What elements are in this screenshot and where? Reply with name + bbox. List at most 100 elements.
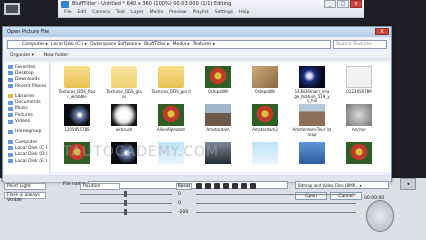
x-slider-handle[interactable] (124, 191, 127, 197)
maximize-button[interactable]: □ (337, 0, 349, 8)
side-panel-button[interactable]: ◂ (400, 178, 416, 190)
position-select[interactable]: Position (80, 183, 120, 190)
menu-help[interactable]: Help (239, 10, 249, 15)
star-icon (8, 65, 13, 70)
rewind-icon[interactable] (214, 183, 220, 189)
dialog-toolbar: Organize ▾ New folder (4, 52, 390, 61)
file-tile[interactable]: 0steps8W (245, 66, 285, 106)
file-tile[interactable]: Textures_DDS_gla ss (104, 66, 144, 106)
address-bar[interactable]: Computer ▸ Local Disk (C:) ▸ Outerspace So… (7, 40, 331, 49)
recent-icon (8, 84, 13, 89)
organize-button[interactable]: Organize ▾ (10, 53, 34, 60)
menu-text[interactable]: Text (116, 10, 125, 15)
next-key-icon[interactable] (241, 183, 247, 189)
breadcrumb-item[interactable]: Media ▸ (173, 42, 190, 47)
file-tile[interactable]: Amsterdam-Tour ist map (292, 104, 332, 144)
file-name: AlienAlphabet (157, 127, 185, 132)
file-tile[interactable]: 143836main_ima ge_feature_519_y s_full (292, 66, 332, 106)
nav-item-label: Desktop (15, 70, 34, 76)
dialog-close-button[interactable]: X (375, 28, 389, 35)
image-thumbnail (252, 104, 278, 126)
menu-media[interactable]: Media (150, 10, 164, 15)
first-frame-icon[interactable] (196, 183, 202, 189)
file-tile[interactable]: airbrush (104, 104, 144, 144)
file-name: Textures_DDS_floo r_wmbble (58, 89, 96, 99)
image-thumbnail (205, 104, 231, 126)
open-picture-dialog: Open Picture File X Computer ▸ Local Disk… (2, 26, 392, 200)
new-folder-button[interactable]: New folder (44, 53, 68, 60)
file-tile[interactable]: Anchor (339, 104, 379, 144)
play-icon[interactable] (223, 183, 229, 189)
file-tile[interactable]: Textures_DDS_gol d (151, 66, 191, 106)
prev-key-icon[interactable] (205, 183, 211, 189)
image-thumbnail (299, 142, 325, 164)
image-thumbnail (346, 104, 372, 126)
reset-button[interactable]: Reset (176, 183, 192, 190)
file-tile[interactable]: Amsterdam2 (245, 104, 285, 144)
y-value: 0 (178, 201, 181, 206)
nav-item-label: Local Disk (C:) (15, 145, 48, 151)
breadcrumb-item[interactable]: Outerspace Software ▸ (90, 42, 141, 47)
menu-playlist[interactable]: Playlist (193, 10, 209, 15)
visibility-select[interactable]: Flare is always Visible (4, 192, 46, 203)
search-input[interactable]: Search Textures (333, 40, 387, 49)
image-thumbnail (299, 104, 325, 126)
image-thumbnail (205, 66, 231, 88)
file-name: Textures_DDS_gla ss (106, 89, 142, 99)
file-name: Amsterdam (206, 127, 230, 132)
menu-settings[interactable]: Settings (215, 10, 233, 15)
file-name: 0steps8W (255, 89, 275, 94)
library-icon (8, 94, 13, 99)
minimize-button[interactable]: _ (324, 0, 336, 8)
z-slider-handle[interactable] (124, 209, 127, 215)
file-tile[interactable]: 0123456789 (339, 66, 379, 106)
watermark: TAUTOCADEMY.COM (63, 144, 219, 160)
desktop-icon (8, 71, 13, 76)
transport-controls (196, 183, 256, 189)
image-thumbnail (158, 104, 184, 126)
file-name: Amsterdam2 (252, 127, 278, 132)
image-thumbnail (252, 66, 278, 88)
y-slider-handle[interactable] (124, 200, 127, 206)
image-thumbnail (64, 104, 90, 126)
app-icon (61, 1, 69, 8)
breadcrumb-item[interactable]: Computer ▸ (22, 42, 48, 47)
file-name: 0123456789 (346, 89, 372, 94)
close-button[interactable]: x (350, 0, 362, 8)
menu-camera[interactable]: Camera (92, 10, 110, 15)
nav-item[interactable]: Local Disk (E:) (4, 158, 49, 164)
window-title: BluffTitler - Untitled * 640 x 360 (100%… (72, 1, 232, 7)
file-tile[interactable]: 0steps8W (198, 66, 238, 106)
menu-layer[interactable]: Layer (131, 10, 144, 15)
menu-file[interactable]: File (64, 10, 72, 15)
light-type-select[interactable]: Point Light (4, 183, 46, 190)
image-thumbnail (346, 142, 372, 164)
file-tile[interactable]: 1205855789 (57, 104, 97, 144)
file-name: 0steps8W (208, 89, 228, 94)
homegroup-icon (8, 129, 13, 134)
image-thumbnail (111, 104, 137, 126)
file-type-select[interactable]: Bitmap and Video Files (BMP... ▾ (295, 181, 389, 189)
nav-item-label: Downloads (15, 77, 40, 83)
file-tile[interactable]: Textures_DDS_floo r_wmbble (57, 66, 97, 106)
nav-item-label: Homegroup (15, 129, 42, 135)
nav-item-label: Music (15, 106, 28, 112)
videos-icon (8, 119, 13, 124)
timeline-track-2[interactable] (196, 203, 356, 204)
breadcrumb-item[interactable]: BluffTitler ▸ (144, 42, 169, 47)
image-thumbnail (346, 66, 372, 88)
folder-icon (64, 66, 90, 88)
breadcrumb-item[interactable]: Local Disk (C:) ▸ (51, 42, 87, 47)
file-tile[interactable]: AlienAlphabet (151, 104, 191, 144)
file-name: 1205855789 (64, 127, 90, 132)
last-frame-icon[interactable] (250, 183, 256, 189)
forward-icon[interactable] (232, 183, 238, 189)
breadcrumb-item[interactable]: Textures ▸ (193, 42, 216, 47)
disk-icon (8, 152, 13, 157)
menu-edit[interactable]: Edit (78, 10, 87, 15)
timeline-track[interactable] (196, 194, 356, 195)
disk-icon (8, 146, 13, 151)
timeline-track-3[interactable] (196, 212, 356, 213)
menu-preview[interactable]: Preview (169, 10, 187, 15)
file-tile[interactable]: Amsterdam (198, 104, 238, 144)
